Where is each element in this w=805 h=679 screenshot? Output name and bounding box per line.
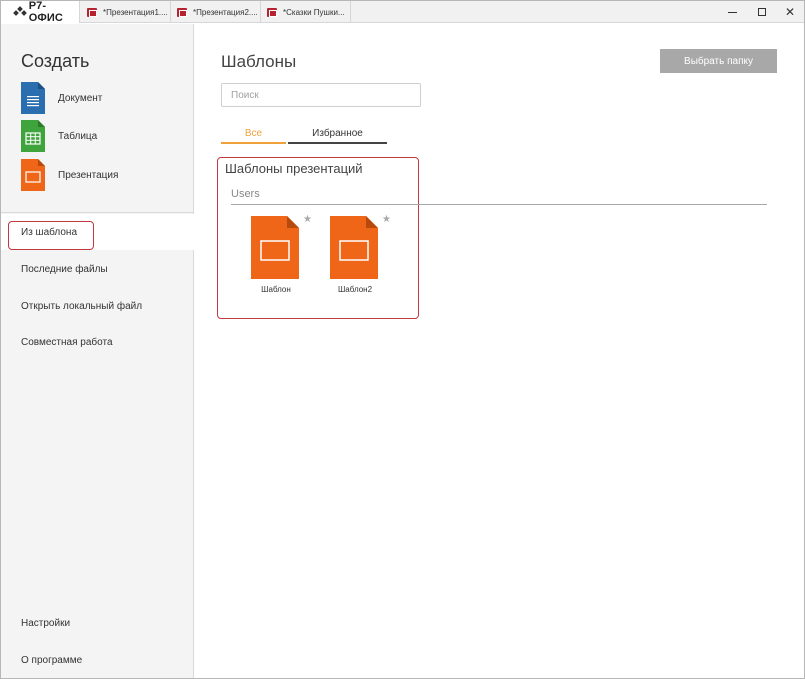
document-icon: [21, 82, 45, 114]
doc-tab-title: *Презентация1....: [103, 7, 168, 17]
minimize-icon: [727, 11, 737, 13]
sidebar-item-from-template[interactable]: Из шаблона: [1, 214, 194, 250]
sidebar-item-label: Настройки: [21, 617, 71, 629]
sidebar-item-settings[interactable]: Настройки: [1, 605, 194, 641]
template-card[interactable]: ★ Шаблон: [231, 214, 312, 300]
main-panel: Шаблоны Выбрать папку Все Избранное Шабл…: [195, 24, 804, 678]
title-bar: Р7-ОФИС *Презентация1.... *Презентация2.…: [1, 0, 804, 24]
sidebar-item-label: Из шаблона: [21, 226, 78, 238]
presentation-icon: [21, 159, 45, 191]
minimize-button[interactable]: [717, 1, 747, 23]
template-name: Шаблон: [261, 285, 291, 294]
choose-folder-button[interactable]: Выбрать папку: [660, 49, 777, 73]
sidebar-item-label: Открыть локальный файл: [21, 300, 143, 312]
presentation-file-icon: [267, 7, 277, 17]
maximize-button[interactable]: [747, 1, 777, 23]
doc-tab-1[interactable]: *Презентация1....: [81, 1, 171, 23]
sidebar-item-collaboration[interactable]: Совместная работа: [1, 324, 194, 360]
doc-tab-3[interactable]: *Сказки Пушки...: [261, 1, 351, 23]
sidebar-item-recent-files[interactable]: Последние файлы: [1, 251, 194, 287]
sidebar-item-label: Совместная работа: [21, 336, 113, 348]
r7-logo-icon: [13, 6, 27, 17]
template-name: Шаблон2: [337, 285, 373, 294]
doc-tab-title: *Сказки Пушки...: [283, 7, 345, 17]
create-document-button[interactable]: Документ: [21, 82, 181, 114]
sidebar-item-about[interactable]: О программе: [1, 642, 194, 678]
section-title: Шаблоны презентаций: [225, 161, 363, 176]
sidebar: Создать Документ Таблица Презентация Из …: [1, 24, 194, 678]
favorite-star-icon[interactable]: ★: [382, 214, 391, 225]
create-title: Создать: [21, 51, 90, 71]
presentation-template-icon: [251, 216, 299, 279]
presentation-file-icon: [87, 7, 97, 17]
app-brand-label: Р7-ОФИС: [28, 0, 63, 24]
search-input[interactable]: [221, 83, 421, 107]
create-presentation-button[interactable]: Презентация: [21, 159, 181, 191]
tab-favorites[interactable]: Избранное: [288, 124, 387, 144]
spreadsheet-icon: [21, 120, 45, 152]
maximize-icon: [758, 8, 766, 16]
group-divider: [231, 204, 767, 205]
close-button[interactable]: ✕: [775, 1, 804, 23]
create-spreadsheet-button[interactable]: Таблица: [21, 120, 181, 152]
group-label: Users: [231, 188, 260, 200]
doc-tab-2[interactable]: *Презентация2....: [171, 1, 261, 23]
create-document-label: Документ: [58, 92, 103, 104]
close-icon: ✕: [784, 5, 796, 19]
sidebar-item-label: О программе: [21, 654, 83, 666]
template-card[interactable]: ★ Шаблон2: [310, 214, 391, 300]
create-presentation-label: Презентация: [58, 169, 119, 181]
template-tabs: Все Избранное: [221, 124, 387, 144]
create-spreadsheet-label: Таблица: [58, 130, 98, 142]
sidebar-item-open-local-file[interactable]: Открыть локальный файл: [1, 288, 194, 324]
sidebar-divider: [1, 212, 194, 213]
app-window: Р7-ОФИС *Презентация1.... *Презентация2.…: [0, 0, 805, 679]
tab-all[interactable]: Все: [221, 124, 286, 144]
page-title: Шаблоны: [221, 52, 297, 71]
presentation-file-icon: [177, 7, 187, 17]
sidebar-item-label: Последние файлы: [21, 263, 108, 275]
app-brand-tab[interactable]: Р7-ОФИС: [1, 0, 80, 24]
doc-tab-title: *Презентация2....: [193, 7, 258, 17]
presentation-template-icon: [330, 216, 378, 279]
